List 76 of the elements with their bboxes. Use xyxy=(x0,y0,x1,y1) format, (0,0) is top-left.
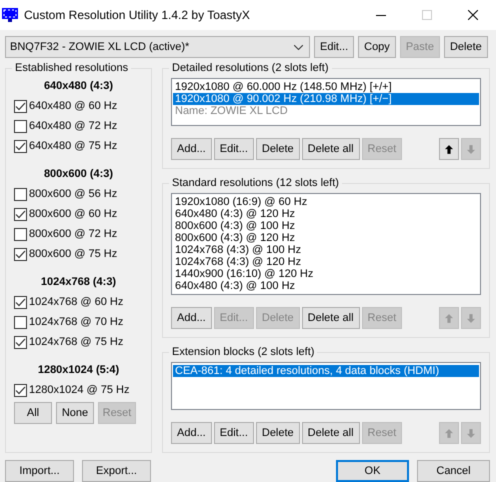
list-item[interactable]: 800x600 (4:3) @ 100 Hz xyxy=(173,220,479,232)
checkbox-label: 800x600 @ 75 Hz xyxy=(29,248,118,260)
list-item[interactable]: 1920x1080 (16:9) @ 60 Hz xyxy=(173,196,479,208)
list-button[interactable]: Delete all xyxy=(302,422,360,444)
checkbox-label: 800x600 @ 60 Hz xyxy=(29,208,118,220)
window-title: Custom Resolution Utility 1.4.2 by ToastyX xyxy=(24,8,251,22)
list-button[interactable]: Add... xyxy=(171,138,212,160)
checkbox[interactable] xyxy=(14,248,27,260)
list-button[interactable]: Add... xyxy=(171,307,212,329)
group-title: Extension blocks (2 slots left) xyxy=(171,346,316,358)
checkbox[interactable] xyxy=(14,296,27,308)
up-arrow-icon xyxy=(445,312,453,324)
checkbox-label: 1024x768 @ 60 Hz xyxy=(29,296,124,308)
list-box[interactable]: CEA-861: 4 detailed resolutions, 4 data blocks (HDMI) xyxy=(171,362,481,410)
group-title: Established resolutions xyxy=(14,62,130,74)
up-arrow-icon xyxy=(445,144,453,154)
list-item[interactable]: 640x480 (4:3) @ 100 Hz xyxy=(173,280,479,292)
close-icon xyxy=(468,10,478,20)
monitor-button[interactable]: Delete xyxy=(444,36,488,58)
list-button[interactable]: Delete all xyxy=(302,307,360,329)
footer-button[interactable]: Import... xyxy=(5,460,74,482)
maximize-icon xyxy=(422,10,432,20)
up-arrow-icon xyxy=(445,428,453,438)
list-button[interactable]: Edit... xyxy=(214,422,254,444)
established-button[interactable]: None xyxy=(56,402,94,424)
list-button[interactable]: Delete all xyxy=(302,138,360,160)
checkbox[interactable] xyxy=(14,384,27,396)
checkbox[interactable] xyxy=(14,140,27,152)
checkbox-label: 1024x768 @ 70 Hz xyxy=(29,316,124,328)
list-button[interactable]: Add... xyxy=(171,422,212,444)
list-button[interactable]: Edit... xyxy=(214,138,254,160)
list-item[interactable]: 1920x1080 @ 90.002 Hz (210.98 MHz) [+/−] xyxy=(173,93,479,105)
list-button[interactable]: Delete xyxy=(256,422,300,444)
checkbox[interactable] xyxy=(14,336,27,348)
checkbox[interactable] xyxy=(14,228,27,240)
group-title: Detailed resolutions (2 slots left) xyxy=(171,62,330,74)
footer-button[interactable]: Export... xyxy=(82,460,151,482)
resolution-heading: 1024x768 (4:3) xyxy=(40,275,118,290)
checkbox-label: 800x600 @ 56 Hz xyxy=(29,188,118,200)
down-arrow-icon xyxy=(467,144,475,154)
list-item[interactable]: 1440x900 (16:10) @ 120 Hz xyxy=(173,268,479,280)
checkbox[interactable] xyxy=(14,120,27,132)
established-button[interactable]: All xyxy=(14,402,52,424)
monitor-button[interactable]: Edit... xyxy=(314,36,354,58)
resolution-heading: 1280x1024 (5:4) xyxy=(36,363,120,378)
checkbox[interactable] xyxy=(14,100,27,112)
list-item[interactable]: 640x480 (4:3) @ 120 Hz xyxy=(173,208,479,220)
list-button[interactable]: Delete xyxy=(256,138,300,160)
checkbox-label: 1280x1024 @ 75 Hz xyxy=(29,384,130,396)
list-item[interactable]: 1024x768 (4:3) @ 120 Hz xyxy=(173,256,479,268)
list-item[interactable]: 1920x1080 @ 60.000 Hz (148.50 MHz) [+/+] xyxy=(173,81,479,93)
list-item[interactable]: CEA-861: 4 detailed resolutions, 4 data blocks (HDMI) xyxy=(173,365,479,377)
checkbox-label: 640x480 @ 72 Hz xyxy=(29,120,118,132)
move-button[interactable] xyxy=(439,138,459,160)
footer-button[interactable]: Cancel xyxy=(417,460,490,482)
resolution-heading: 640x480 (4:3) xyxy=(42,79,114,94)
list-item[interactable]: 1024x768 (4:3) @ 100 Hz xyxy=(173,244,479,256)
checkbox[interactable] xyxy=(14,316,27,328)
resolution-heading: 800x600 (4:3) xyxy=(42,167,114,182)
name-entry[interactable]: Name: ZOWIE XL LCD xyxy=(173,105,479,117)
footer-button[interactable]: OK xyxy=(336,460,409,482)
checkbox[interactable] xyxy=(14,188,27,200)
down-arrow-icon xyxy=(467,428,475,438)
monitor-dropdown[interactable]: BNQ7F32 - ZOWIE XL LCD (active)* xyxy=(5,36,310,58)
checkbox-label: 640x480 @ 75 Hz xyxy=(29,140,118,152)
monitor-button[interactable]: Copy xyxy=(358,36,396,58)
chevron-icon xyxy=(294,44,303,50)
group-title: Standard resolutions (12 slots left) xyxy=(171,177,340,189)
list-box[interactable]: 1920x1080 @ 60.000 Hz (148.50 MHz) [+/+] 1920x1080 @ 90.002 Hz (210.98 MHz) [+/−] Name: ZOWIE XL LCD xyxy=(171,78,481,126)
down-arrow-icon xyxy=(467,312,475,324)
list-item[interactable]: 800x600 (4:3) @ 120 Hz xyxy=(173,232,479,244)
checkbox-label: 640x480 @ 60 Hz xyxy=(29,100,118,112)
checkbox-label: 800x600 @ 72 Hz xyxy=(29,228,118,240)
checkbox-label: 1024x768 @ 75 Hz xyxy=(29,336,124,348)
checkbox[interactable] xyxy=(14,208,27,220)
list-box[interactable]: 1920x1080 (16:9) @ 60 Hz 640x480 (4:3) @ 120 Hz 800x600 (4:3) @ 100 Hz 800x600 (4:3) @ 120 Hz 1024x768 (4:3) @ 100 Hz 1024x768 (4:3) @ 120 Hz 1440x900 (16:10) @ 120 Hz 640x480 (4:3) @ 100 Hz xyxy=(171,193,481,295)
